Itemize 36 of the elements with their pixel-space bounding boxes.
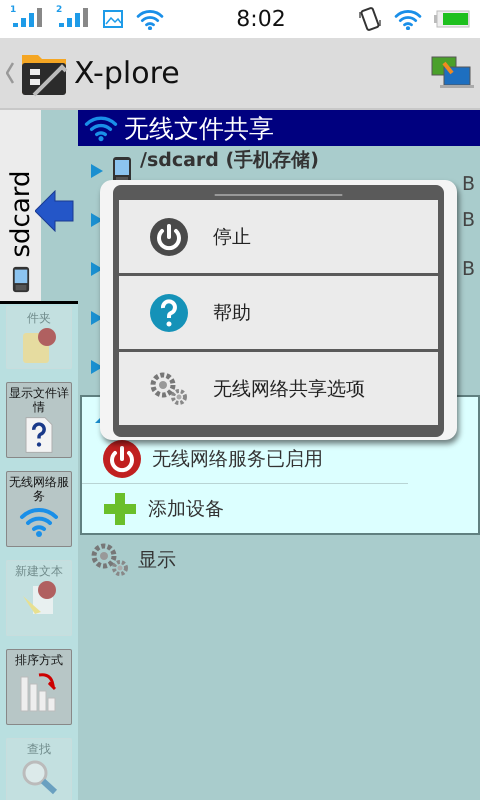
tree-item-label: 添加设备	[148, 496, 224, 522]
wifi-icon	[84, 114, 118, 142]
clock-time: 8:02	[235, 6, 287, 32]
battery-icon	[434, 10, 470, 28]
panel-title: 无线文件共享	[124, 112, 274, 144]
phone-icon	[12, 266, 30, 294]
tree-item-label: /sdcard (手机存储)	[140, 148, 319, 172]
storage-size: B	[462, 208, 476, 230]
tool-button[interactable]: 排序方式	[6, 649, 72, 726]
vibrate-icon	[358, 6, 382, 32]
sim-number: 1	[10, 5, 16, 15]
screens-transfer-icon[interactable]	[430, 55, 474, 91]
wifi-icon	[394, 8, 422, 30]
menu-item[interactable]: 无线网络共享选项	[119, 352, 438, 425]
sim-number: 2	[56, 5, 62, 15]
storage-size: B	[462, 172, 476, 194]
menu-item[interactable]: 帮助	[119, 276, 438, 349]
storage-size: B	[462, 258, 476, 280]
tree-item-label: 显示	[138, 548, 177, 572]
gears-icon	[149, 372, 189, 406]
tool-button[interactable]: 无线网络服务	[6, 471, 72, 548]
arrow-left-icon	[35, 190, 75, 232]
wifi-icon	[19, 505, 59, 538]
wifi-icon	[136, 8, 164, 30]
storage-tab[interactable]: sdcard	[0, 110, 41, 302]
menu-item[interactable]: 停止	[119, 200, 438, 273]
expand-arrow-icon[interactable]	[90, 162, 104, 178]
picture-icon	[102, 9, 124, 29]
gears-icon	[90, 542, 130, 576]
power-icon	[149, 216, 189, 256]
tool-button[interactable]: 显示文件详情	[6, 382, 72, 458]
app-title: X-plore	[74, 56, 181, 90]
help-icon	[149, 292, 189, 332]
plus-icon	[102, 490, 138, 527]
back-chevron-icon[interactable]	[6, 62, 14, 84]
tree-item-label: 无线网络服务已启用	[152, 447, 323, 472]
